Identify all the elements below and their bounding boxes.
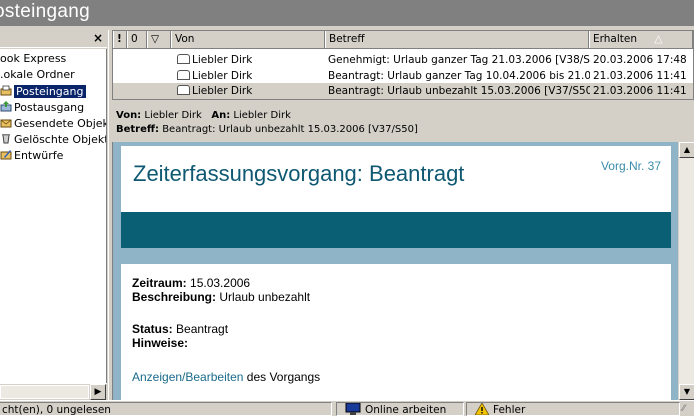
process-number: Vorg.Nr. 37: [600, 159, 661, 173]
detail-card: Zeitraum: 15.03.2006 Beschreibung: Urlau…: [121, 264, 671, 400]
column-received-label: Erhalten: [593, 33, 638, 45]
column-from[interactable]: Von: [171, 31, 325, 48]
scroll-down-button[interactable]: ▼: [679, 384, 694, 400]
to-label: An:: [211, 110, 231, 121]
window-title: osteingang: [0, 1, 90, 22]
message-from: Liebler Dirk: [177, 52, 252, 69]
message-from-text: Liebler Dirk: [192, 85, 253, 97]
beschreibung-value: Urlaub unbezahlt: [219, 290, 311, 304]
status-row: Status: Beantragt: [132, 322, 228, 336]
folder-tree: ook Express .okale Ordner Posteingang Po…: [0, 49, 107, 383]
folder-drafts[interactable]: Entwürfe: [0, 148, 63, 163]
preview-header: Von: Liebler Dirk An: Liebler Dirk Betre…: [112, 106, 694, 142]
status-message-count: cht(en), 0 ungelesen: [0, 402, 332, 416]
folder-pane-header: ×: [0, 30, 107, 48]
preview-subject-line: Betreff: Beantragt: Urlaub unbezahlt 15.…: [116, 124, 418, 135]
read-envelope-icon: [177, 54, 190, 64]
message-subject: Beantragt: Urlaub unbezahlt 15.03.2006 […: [328, 85, 590, 97]
zeitraum-value: 15.03.2006: [190, 276, 251, 290]
scroll-track[interactable]: [0, 385, 89, 399]
status-online-text: Online arbeiten: [365, 404, 447, 416]
column-flag[interactable]: ▽: [147, 31, 171, 48]
column-priority[interactable]: !: [113, 31, 127, 48]
inbox-icon: [0, 85, 12, 96]
read-envelope-icon: [177, 85, 190, 95]
header-card: Zeiterfassungsvorgang: Beantragt Vorg.Nr…: [121, 146, 671, 248]
close-folder-pane-button[interactable]: ×: [93, 31, 103, 45]
folder-label: ook Express: [0, 52, 67, 65]
subject-label: Betreff:: [116, 124, 159, 135]
hinweise-label: Hinweise:: [132, 336, 189, 350]
folder-label: Gesendete Objek: [14, 117, 107, 130]
sort-ascending-icon: △: [654, 33, 663, 45]
folder-outbox[interactable]: Postausgang: [0, 100, 84, 115]
beschreibung-label: Beschreibung:: [132, 290, 217, 304]
from-value: Liebler Dirk: [144, 110, 202, 121]
from-label: Von:: [116, 110, 142, 121]
sent-items-icon: [0, 119, 12, 128]
message-from-text: Liebler Dirk: [192, 70, 253, 82]
folder-label: Entwürfe: [14, 149, 64, 162]
zeitraum-row: Zeitraum: 15.03.2006: [132, 276, 250, 290]
edit-line-suffix: des Vorgangs: [246, 370, 321, 384]
folder-inbox[interactable]: Posteingang: [0, 84, 87, 99]
warning-icon: [475, 403, 489, 415]
message-list: ! 0 ▽ Von Betreff Erhalten △ Liebler Dir…: [112, 30, 694, 100]
message-row[interactable]: Liebler Dirk Genehmigt: Urlaub ganzer Ta…: [113, 52, 693, 69]
folder-label: Postausgang: [14, 101, 85, 114]
view-edit-link[interactable]: Anzeigen/Bearbeiten: [132, 370, 243, 384]
edit-line: Anzeigen/Bearbeiten des Vorgangs: [132, 370, 320, 384]
accent-band: [121, 212, 671, 248]
column-subject[interactable]: Betreff: [325, 31, 589, 48]
beschreibung-row: Beschreibung: Urlaub unbezahlt: [132, 290, 310, 304]
preview-pane: Zeiterfassungsvorgang: Beantragt Vorg.Nr…: [112, 142, 678, 400]
trash-icon: [2, 134, 10, 144]
folder-label: Posteingang: [13, 84, 87, 99]
message-received: 21.03.2006 11:41: [593, 85, 687, 97]
resize-grip-icon[interactable]: ⁄⁄: [682, 404, 692, 414]
read-envelope-icon: [177, 70, 190, 80]
status-bar: cht(en), 0 ungelesen Online arbeiten Feh…: [0, 400, 694, 416]
folder-outlook-express[interactable]: ook Express: [0, 51, 66, 66]
message-from: Liebler Dirk: [177, 83, 253, 99]
to-value: Liebler Dirk: [233, 110, 291, 121]
folder-label: Gelöschte Objekt: [14, 133, 107, 146]
zeitraum-label: Zeitraum:: [132, 276, 187, 290]
message-received: 20.03.2006 17:48: [593, 54, 687, 66]
preview-vertical-scrollbar[interactable]: ▲ ▼: [678, 142, 694, 400]
folder-label: .okale Ordner: [0, 68, 75, 81]
scroll-right-button[interactable]: ▶: [90, 384, 106, 400]
window-title-bar[interactable]: osteingang: [0, 0, 694, 26]
folder-local-folders[interactable]: .okale Ordner: [0, 67, 75, 82]
status-error[interactable]: Fehler: [466, 402, 680, 416]
folder-sent-items[interactable]: Gesendete Objek: [0, 116, 107, 131]
folder-deleted-items[interactable]: Gelöschte Objekt: [0, 132, 107, 147]
message-subject: Genehmigt: Urlaub ganzer Tag 21.03.2006 …: [328, 54, 590, 66]
drafts-icon: [0, 150, 12, 160]
status-error-text: Fehler: [493, 404, 526, 416]
message-from-text: Liebler Dirk: [192, 54, 253, 66]
page-title: Zeiterfassungsvorgang: Beantragt: [133, 161, 465, 186]
status-label: Status:: [132, 322, 173, 336]
computer-icon: [345, 403, 361, 415]
status-online[interactable]: Online arbeiten: [336, 402, 464, 416]
column-attachment[interactable]: 0: [127, 31, 147, 48]
subject-value: Beantragt: Urlaub unbezahlt 15.03.2006 […: [162, 124, 418, 135]
preview-from-to-line: Von: Liebler Dirk An: Liebler Dirk: [116, 110, 291, 121]
column-received[interactable]: Erhalten △: [589, 31, 693, 48]
message-row-selected[interactable]: Liebler Dirk Beantragt: Urlaub unbezahlt…: [113, 83, 693, 99]
hinweise-row: Hinweise:: [132, 336, 188, 350]
outbox-icon: [0, 101, 12, 112]
message-list-header: ! 0 ▽ Von Betreff Erhalten △: [113, 31, 693, 49]
scroll-up-button[interactable]: ▲: [679, 142, 694, 158]
folder-horizontal-scrollbar[interactable]: ▶: [0, 383, 107, 400]
status-value: Beantragt: [176, 322, 229, 336]
